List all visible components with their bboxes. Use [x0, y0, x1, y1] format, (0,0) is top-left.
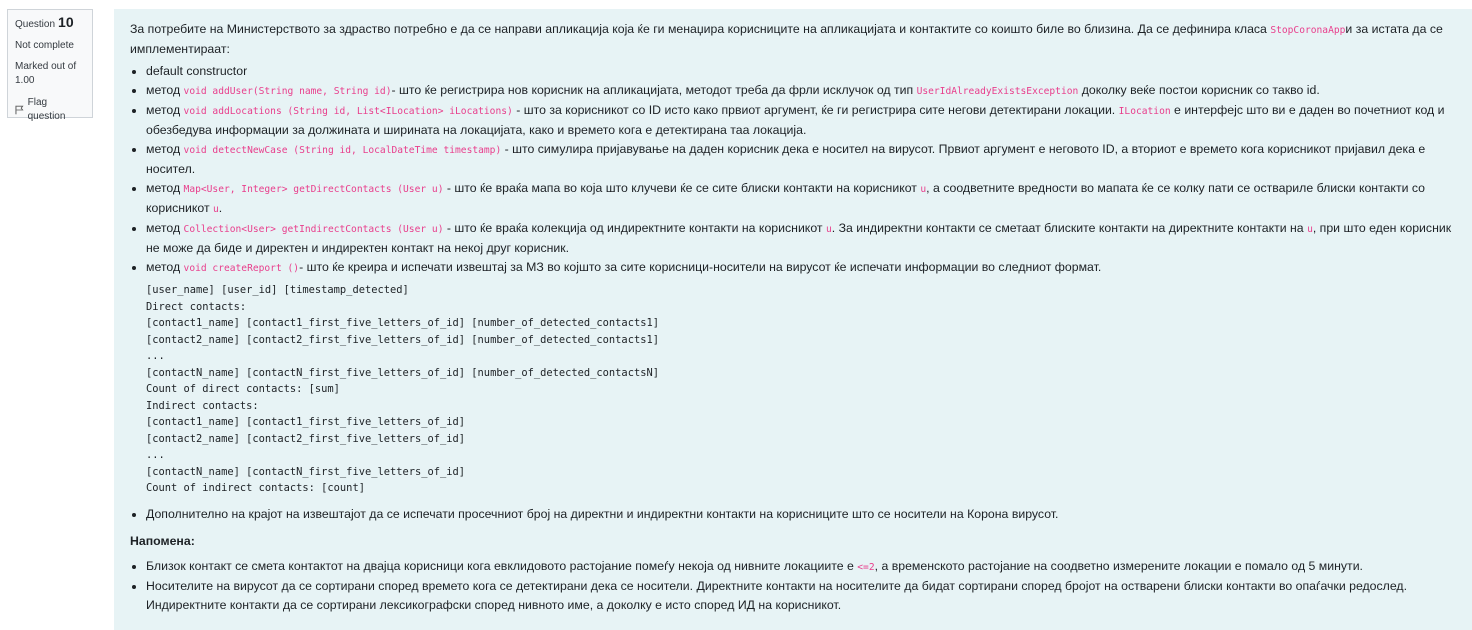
list-item: Близок контакт се смета контактот на два… — [146, 557, 1458, 577]
question-label: Question — [15, 19, 56, 30]
report-format-block: [user_name] [user_id] [timestamp_detecte… — [146, 284, 659, 494]
list-item: default constructor — [146, 62, 1458, 81]
flag-icon — [15, 105, 24, 115]
marked-out-of: Marked out of 1.00 — [15, 61, 77, 86]
requirements-list: default constructor метод void addUser(S… — [130, 62, 1458, 278]
flag-question-label: Flag question — [27, 97, 66, 122]
question-status: Not complete — [15, 40, 74, 51]
note-heading: Напомена: — [130, 533, 195, 548]
notes-list: Близок контакт се смета контактот на два… — [130, 557, 1458, 615]
intro-paragraph: За потребите на Министерството за здраст… — [130, 22, 1443, 56]
list-item: метод void addLocations (String id, List… — [146, 101, 1458, 140]
list-item: метод Collection<User> getIndirectContac… — [146, 219, 1458, 258]
question-number-line: Question 10 — [15, 15, 85, 37]
list-item: метод Map<User, Integer> getDirectContac… — [146, 179, 1458, 219]
list-item: метод void addUser(String name, String i… — [146, 81, 1458, 101]
class-name-code: StopCoronaApp — [1270, 25, 1346, 36]
list-item: Дополнително на крајот на извештајот да … — [146, 505, 1458, 524]
list-item: метод void detectNewCase (String id, Loc… — [146, 140, 1458, 179]
question-info-panel: Question 10 Not complete Marked out of 1… — [7, 9, 93, 122]
list-item: Носителите на вирусот да се сортирани сп… — [146, 577, 1458, 615]
list-item: метод void createReport ()- што ќе креир… — [146, 258, 1458, 278]
extra-list: Дополнително на крајот на извештајот да … — [130, 505, 1458, 524]
question-text: За потребите на Министерството за здраст… — [114, 9, 1472, 630]
question-number: 10 — [58, 14, 74, 30]
flag-question-link[interactable]: Flag question — [15, 96, 85, 124]
